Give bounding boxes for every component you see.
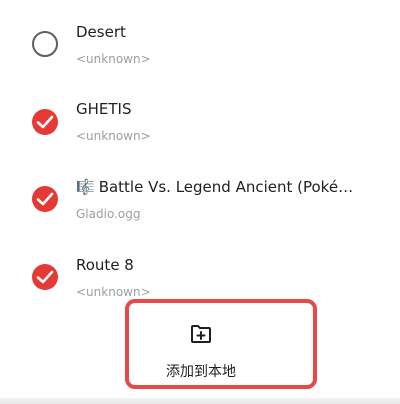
track-title-row: 🎼 Battle Vs. Legend Ancient (Pokémo… — [76, 178, 366, 196]
bottom-bar-edge — [0, 398, 400, 404]
checkbox-checked[interactable] — [32, 109, 58, 135]
add-to-local-button[interactable]: 添加到本地 — [129, 303, 313, 385]
folder-add-icon — [191, 325, 211, 343]
track-title: GHETIS — [76, 100, 132, 118]
track-title: Desert — [76, 23, 126, 41]
check-icon — [36, 270, 54, 284]
add-to-local-label: 添加到本地 — [166, 364, 236, 380]
track-subtitle: <unknown> — [76, 52, 151, 66]
check-icon — [36, 115, 54, 129]
check-icon — [36, 192, 54, 206]
music-note-icon: 🎼 — [76, 178, 95, 196]
checkbox-checked[interactable] — [32, 264, 58, 290]
track-subtitle: <unknown> — [76, 285, 151, 299]
list-item[interactable]: 🎼 Battle Vs. Legend Ancient (Pokémo… Glad… — [0, 162, 400, 240]
track-subtitle: <unknown> — [76, 129, 151, 143]
track-subtitle: Gladio.ogg — [76, 207, 141, 221]
track-title: Battle Vs. Legend Ancient (Pokémo… — [98, 178, 366, 196]
action-highlight: 添加到本地 — [125, 299, 317, 389]
list-item[interactable]: GHETIS <unknown> — [0, 83, 400, 161]
track-title: Route 8 — [76, 256, 134, 274]
list-item[interactable]: Desert <unknown> — [0, 5, 400, 83]
checkbox-unchecked[interactable] — [32, 31, 58, 57]
checkbox-checked[interactable] — [32, 186, 58, 212]
